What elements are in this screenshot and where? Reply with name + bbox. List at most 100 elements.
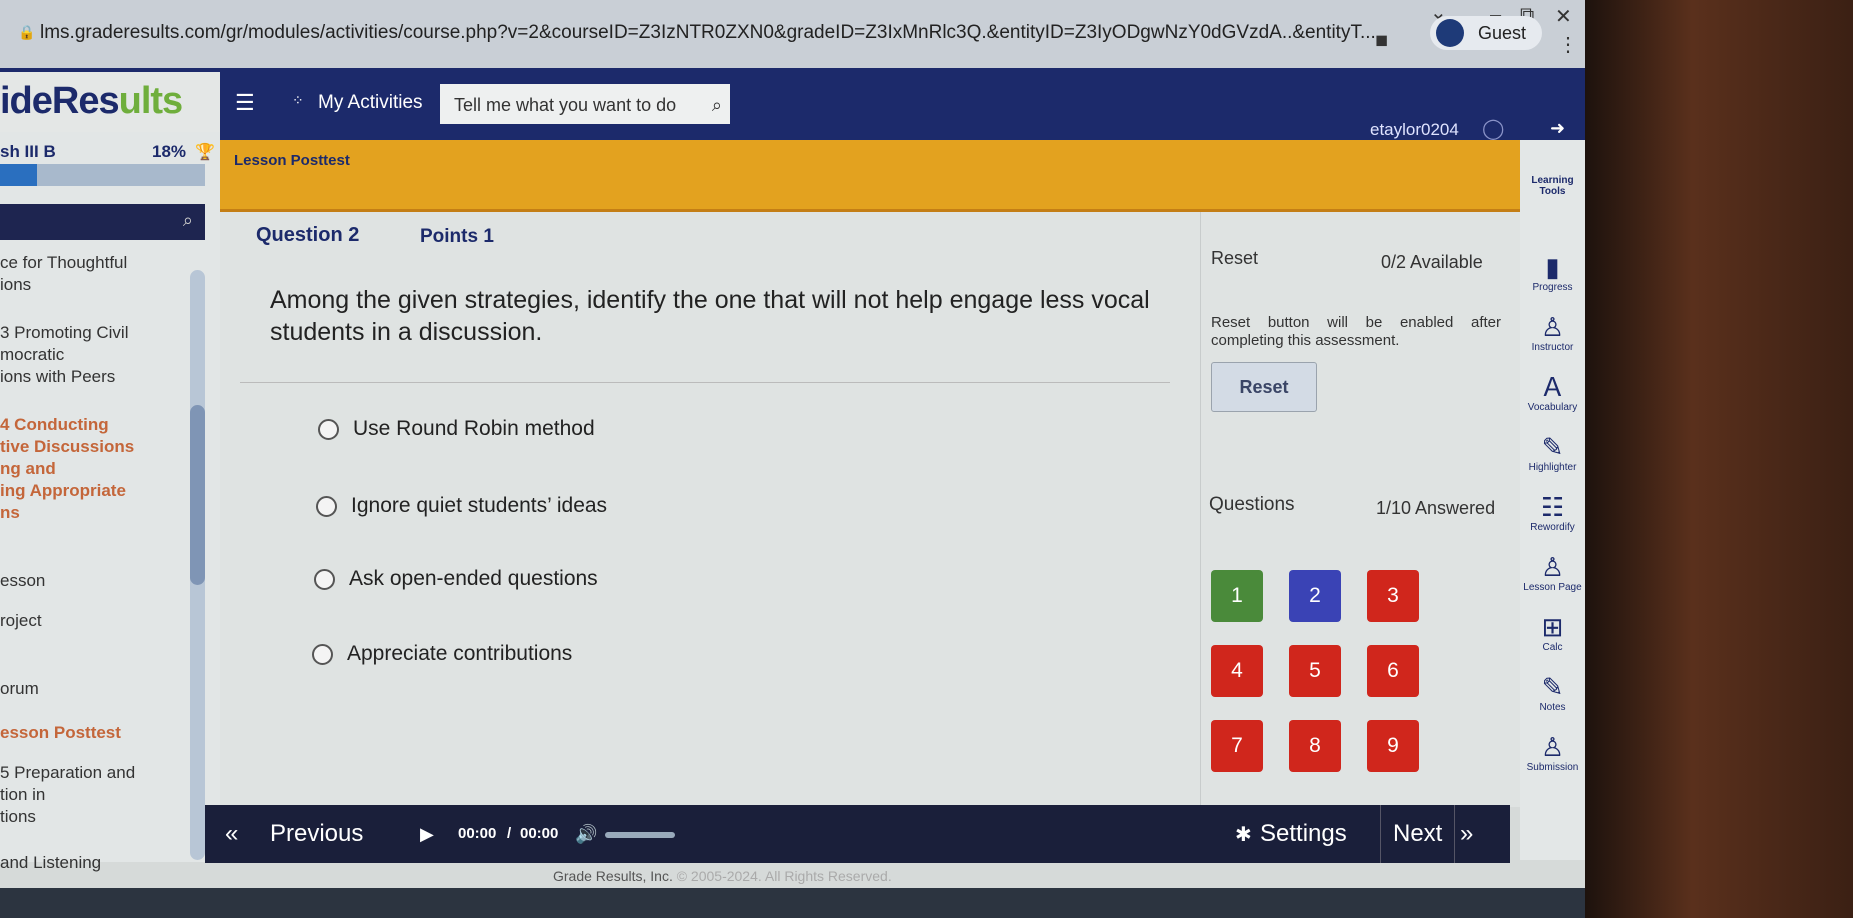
scrollbar-thumb[interactable] [190,405,205,585]
grid-icon: ⁘ [292,92,304,108]
tool-submission[interactable]: ♙ Submission [1520,732,1585,773]
tool-rewordify[interactable]: ☷ Rewordify [1520,492,1585,533]
radio-button[interactable] [312,643,333,665]
previous-button[interactable]: Previous [270,805,363,863]
tool-label: Submission [1526,762,1579,773]
reset-button[interactable]: Reset [1211,362,1317,412]
duration: 00:00 [520,825,559,842]
tool-icon: ♙ [1540,732,1565,762]
browser-chrome: 🔒 lms.graderesults.com/gr/modules/activi… [0,0,1585,68]
background-desk [1585,0,1853,918]
answer-option[interactable]: Ask open-ended questions [314,567,598,591]
sidebar-scrollbar[interactable] [190,270,205,860]
question-button-4[interactable]: 4 [1211,645,1263,697]
current-time: 00:00 [458,825,497,842]
tool-label: Rewordify [1530,522,1575,533]
sidebar-item[interactable]: esson [0,570,45,592]
tool-label: Instructor [1531,342,1574,353]
screen: 🔒 lms.graderesults.com/gr/modules/activi… [0,0,1585,918]
user-icon[interactable]: ◯ [1482,116,1504,141]
profile-button[interactable]: Guest [1430,16,1542,50]
tool-icon: Ａ [1539,372,1566,402]
divider [240,382,1170,383]
sidebar-item[interactable]: roject [0,610,42,632]
tool-label: Learning Tools [1531,175,1574,197]
question-button-8[interactable]: 8 [1289,720,1341,772]
volume-slider[interactable] [605,832,675,838]
tool-icon: ✎ [1541,432,1564,462]
tool-calc[interactable]: ⊞ Calc [1520,612,1585,653]
sidebar-item[interactable]: and Listening [0,852,101,874]
search-icon[interactable]: ⌕ [183,210,193,230]
tool-instructor[interactable]: ♙ Instructor [1520,312,1585,353]
question-button-9[interactable]: 9 [1367,720,1419,772]
sidebar-item[interactable]: 3 Promoting Civil mocratic ions with Pee… [0,322,129,388]
time-separator: / [507,825,512,842]
logout-icon[interactable]: ➜ [1550,118,1565,139]
question-points: Points 1 [420,226,494,247]
reset-title: Reset [1211,248,1259,268]
sidebar-item[interactable]: 5 Preparation and tion in tions [0,762,135,828]
play-icon[interactable]: ▶ [420,805,434,863]
address-bar[interactable]: lms.graderesults.com/gr/modules/activiti… [40,22,1376,44]
tool-icon: ▮ [1545,252,1560,282]
radio-button[interactable] [316,495,337,517]
radio-button[interactable] [314,568,335,590]
trophy-icon: 🏆 [195,144,215,161]
question-button-7[interactable]: 7 [1211,720,1263,772]
my-activities-link[interactable]: My Activities [318,92,423,114]
tool-label: Notes [1539,702,1566,713]
double-chevron-right-icon[interactable]: » [1460,805,1473,863]
profile-label: Guest [1478,23,1527,43]
tool-notes[interactable]: ✎ Notes [1520,672,1585,713]
tool-progress[interactable]: ▮ Progress [1520,252,1585,293]
sidebar-search[interactable]: ⌕ [0,204,205,240]
question-button-5[interactable]: 5 [1289,645,1341,697]
tool-lesson-page[interactable]: ♙ Lesson Page [1520,552,1585,593]
tool-highlighter[interactable]: ✎ Highlighter [1520,432,1585,473]
lock-icon: 🔒 [18,24,36,40]
menu-icon[interactable]: ⋮ [1558,32,1578,57]
course-progress-bar [0,164,205,186]
radio-button[interactable] [318,418,339,440]
search-icon[interactable]: ⌕ [712,95,722,116]
tool-vocabulary[interactable]: Ａ Vocabulary [1520,372,1585,413]
option-label: Use Round Robin method [353,417,595,440]
course-percent: 18% [152,142,187,161]
lesson-title: Lesson Posttest [234,152,350,169]
question-button-2[interactable]: 2 [1289,570,1341,622]
tab-search-icon[interactable]: ◼ [1375,30,1388,50]
app-header: ☰ ⁘ My Activities Tell me what you want … [0,68,1585,140]
question-text: Among the given strategies, identify the… [270,286,1150,346]
sidebar-item[interactable]: ce for Thoughtful ions [0,252,127,296]
sidebar-item[interactable]: 4 Conducting tive Discussions ng and ing… [0,414,134,524]
sidebar-item[interactable]: esson Posttest [0,722,121,744]
tool-icon: ♙ [1540,552,1565,582]
taskbar [0,888,1585,918]
hamburger-icon[interactable]: ☰ [235,90,255,116]
answer-option[interactable]: Use Round Robin method [318,417,595,441]
course-name: sh III B [0,142,56,161]
tool-icon: ♙ [1540,312,1565,342]
tool-label: Vocabulary [1527,402,1578,413]
question-button-1[interactable]: 1 [1211,570,1263,622]
double-chevron-left-icon[interactable]: « [225,805,238,863]
answer-option[interactable]: Appreciate contributions [312,642,572,666]
close-icon[interactable]: ✕ [1555,4,1572,29]
answer-option[interactable]: Ignore quiet students’ ideas [316,494,607,518]
search-input[interactable]: Tell me what you want to do ⌕ [440,84,730,124]
next-button[interactable]: Next [1380,805,1456,863]
settings-button[interactable]: Settings [1260,805,1347,863]
volume-icon[interactable]: 🔊 [575,805,597,863]
question-number: Question 2 [256,224,360,246]
question-button-3[interactable]: 3 [1367,570,1419,622]
tool-learning-tools[interactable]: Learning Tools [1520,175,1585,197]
gear-icon[interactable]: ✱ [1235,805,1252,863]
username[interactable]: etaylor0204 [1370,120,1459,140]
sidebar-item[interactable]: orum [0,678,39,700]
tool-label: Calc [1542,642,1563,653]
reset-available: 0/2 Available [1381,252,1483,272]
question-button-6[interactable]: 6 [1367,645,1419,697]
option-label: Ask open-ended questions [349,567,598,590]
option-label: Appreciate contributions [347,642,573,665]
